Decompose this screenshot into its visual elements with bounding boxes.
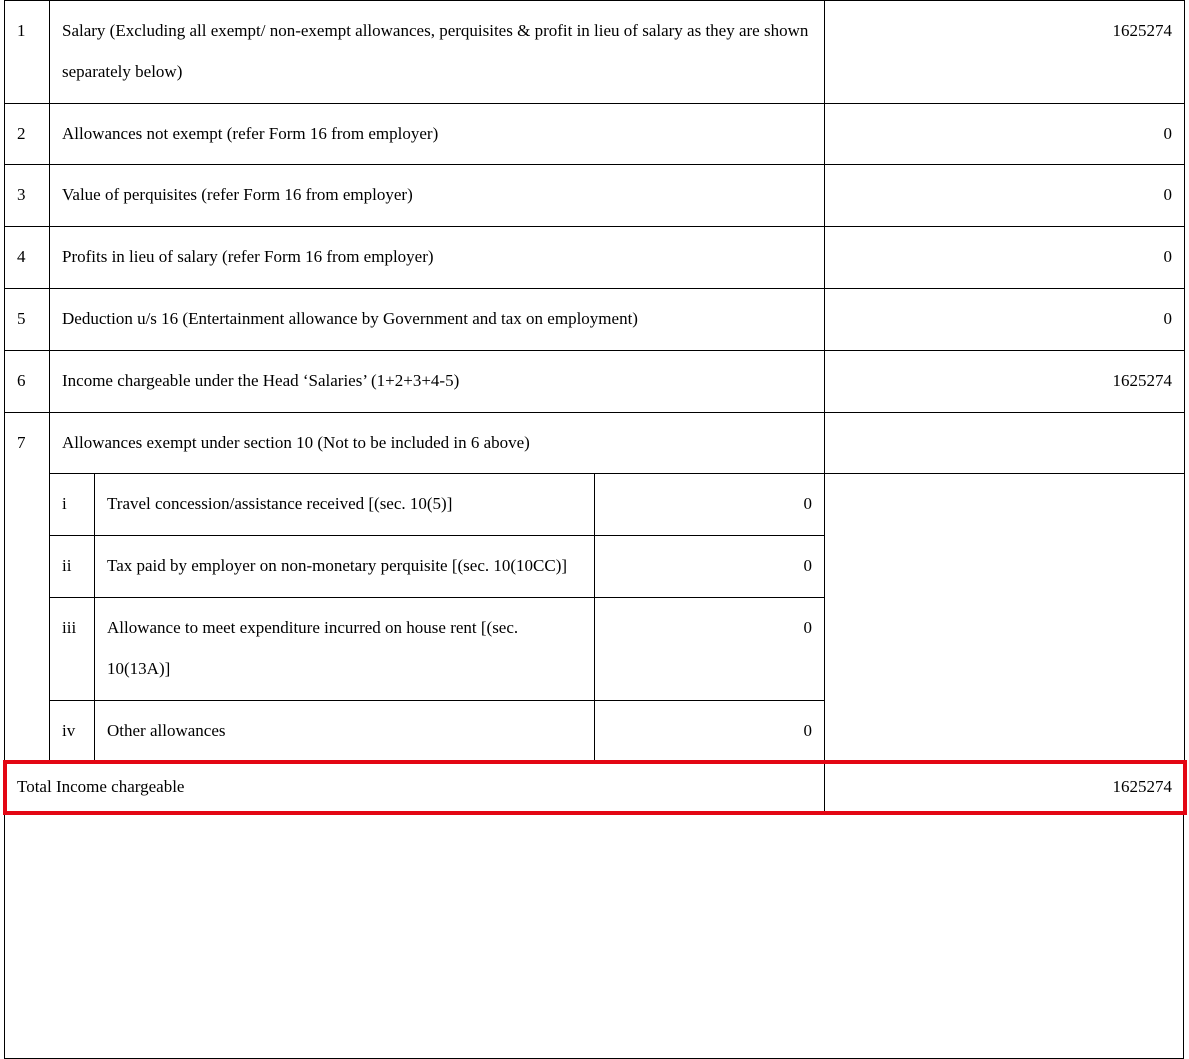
row-number: 5 bbox=[5, 288, 50, 350]
table-row: 2 Allowances not exempt (refer Form 16 f… bbox=[5, 103, 1185, 165]
subrow-value: 0 bbox=[595, 597, 825, 700]
subrow-number: i bbox=[50, 474, 95, 536]
subrow-number: iv bbox=[50, 700, 95, 762]
subrow-description: Tax paid by employer on non-monetary per… bbox=[95, 536, 595, 598]
table-row: 3 Value of perquisites (refer Form 16 fr… bbox=[5, 165, 1185, 227]
row-description: Allowances not exempt (refer Form 16 fro… bbox=[50, 103, 825, 165]
row-number: 2 bbox=[5, 103, 50, 165]
row-description: Allowances exempt under section 10 (Not … bbox=[50, 412, 825, 474]
total-row: Total Income chargeable 1625274 bbox=[5, 762, 1185, 814]
row-number: 4 bbox=[5, 227, 50, 289]
row-number: 7 bbox=[5, 412, 50, 762]
table-subrow: i Travel concession/assistance received … bbox=[5, 474, 1185, 536]
subrow-description: Travel concession/assistance received [(… bbox=[95, 474, 595, 536]
row-value: 0 bbox=[825, 165, 1185, 227]
row-value: 1625274 bbox=[825, 350, 1185, 412]
row-description: Profits in lieu of salary (refer Form 16… bbox=[50, 227, 825, 289]
subrow-number: iii bbox=[50, 597, 95, 700]
subrow-description: Allowance to meet expenditure incurred o… bbox=[95, 597, 595, 700]
row-value: 0 bbox=[825, 288, 1185, 350]
subrow-description: Other allowances bbox=[95, 700, 595, 762]
total-value: 1625274 bbox=[825, 762, 1185, 814]
row-value: 0 bbox=[825, 227, 1185, 289]
table-row: 7 Allowances exempt under section 10 (No… bbox=[5, 412, 1185, 474]
salary-table: 1 Salary (Excluding all exempt/ non-exem… bbox=[4, 0, 1185, 814]
table-row: 5 Deduction u/s 16 (Entertainment allowa… bbox=[5, 288, 1185, 350]
row-value-empty bbox=[825, 412, 1185, 474]
row-number: 3 bbox=[5, 165, 50, 227]
blank-area bbox=[4, 814, 1184, 1059]
row-number: 6 bbox=[5, 350, 50, 412]
subrow-number: ii bbox=[50, 536, 95, 598]
table-row: 1 Salary (Excluding all exempt/ non-exem… bbox=[5, 1, 1185, 104]
total-label: Total Income chargeable bbox=[5, 762, 825, 814]
table-row: 6 Income chargeable under the Head ‘Sala… bbox=[5, 350, 1185, 412]
row-value-empty bbox=[825, 474, 1185, 762]
row-description: Income chargeable under the Head ‘Salari… bbox=[50, 350, 825, 412]
subrow-value: 0 bbox=[595, 474, 825, 536]
table-row: 4 Profits in lieu of salary (refer Form … bbox=[5, 227, 1185, 289]
subrow-value: 0 bbox=[595, 536, 825, 598]
row-value: 1625274 bbox=[825, 1, 1185, 104]
row-description: Salary (Excluding all exempt/ non-exempt… bbox=[50, 1, 825, 104]
row-value: 0 bbox=[825, 103, 1185, 165]
subrow-value: 0 bbox=[595, 700, 825, 762]
row-description: Value of perquisites (refer Form 16 from… bbox=[50, 165, 825, 227]
row-description: Deduction u/s 16 (Entertainment allowanc… bbox=[50, 288, 825, 350]
row-number: 1 bbox=[5, 1, 50, 104]
